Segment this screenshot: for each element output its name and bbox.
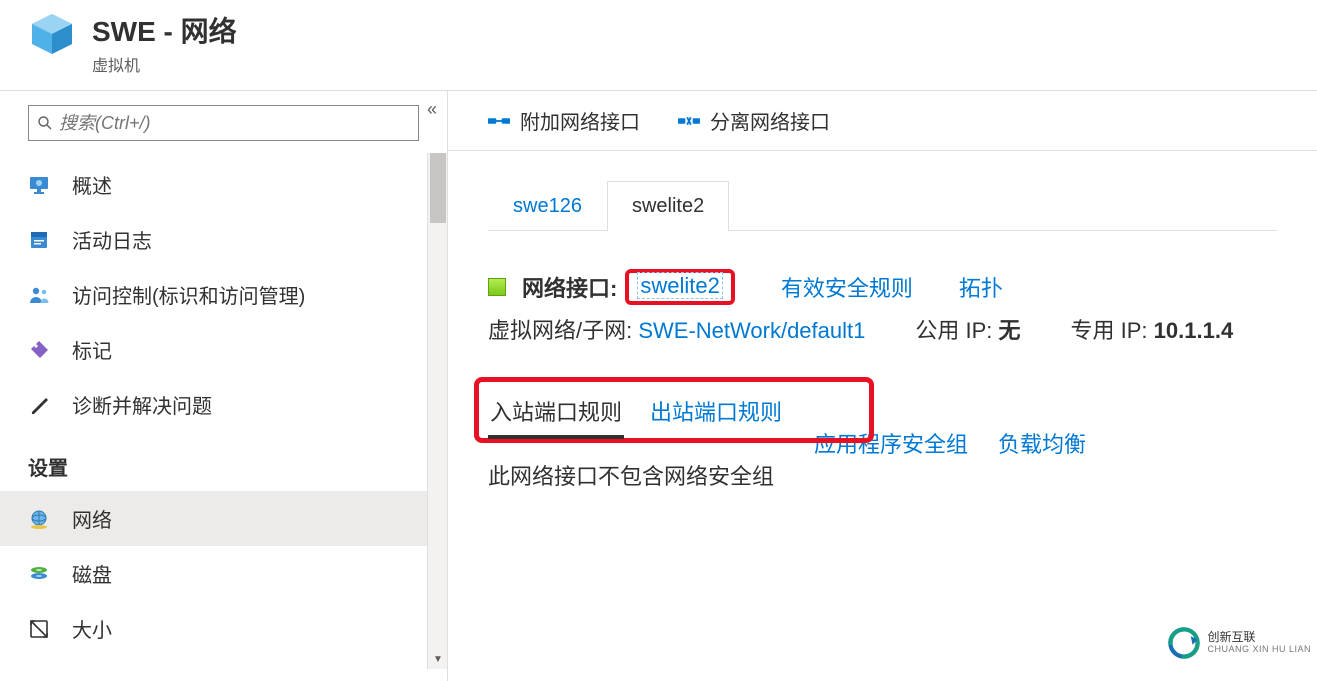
disks-icon xyxy=(28,563,50,585)
size-icon xyxy=(28,618,50,640)
sidebar-item-diagnose[interactable]: 诊断并解决问题 xyxy=(0,377,447,432)
nic-details-row: 虚拟网络/子网: SWE-NetWork/default1 公用 IP: 无 专… xyxy=(488,313,1277,345)
people-icon xyxy=(28,284,50,306)
vm-icon xyxy=(28,10,76,58)
nic-tabs: swe126 swelite2 xyxy=(488,181,1277,231)
public-ip-label: 公用 IP: xyxy=(915,318,992,343)
sidebar-item-activity-log[interactable]: 活动日志 xyxy=(0,212,447,267)
toolbar: 附加网络接口 分离网络接口 xyxy=(448,91,1317,151)
page-header: SWE - 网络 虚拟机 xyxy=(0,0,1317,91)
wrench-icon xyxy=(28,394,50,416)
nic-info-row: 网络接口: swelite2 有效安全规则 拓扑 xyxy=(488,271,1277,303)
sidebar-scrollbar[interactable]: ▲ ▼ xyxy=(427,153,447,669)
content-area: swe126 swelite2 网络接口: swelite2 有效安全规则 拓扑… xyxy=(448,151,1317,681)
scroll-down-icon[interactable]: ▼ xyxy=(428,649,448,669)
sidebar-item-networking[interactable]: 网络 xyxy=(0,491,447,546)
scrollbar-thumb[interactable] xyxy=(430,153,446,223)
sidebar-item-overview[interactable]: 概述 xyxy=(0,157,447,212)
tab-inbound-rules[interactable]: 入站端口规则 xyxy=(488,385,624,439)
detach-icon xyxy=(678,112,700,130)
nic-label: 网络接口: xyxy=(522,271,617,303)
search-icon xyxy=(37,115,53,131)
vnet-label: 虚拟网络/子网: xyxy=(488,318,632,343)
highlight-box-nic-link: swelite2 xyxy=(625,269,734,305)
private-ip-label: 专用 IP: xyxy=(1071,318,1148,343)
tag-icon xyxy=(28,339,50,361)
collapse-sidebar-icon[interactable]: « xyxy=(427,99,437,120)
tab-load-balancing[interactable]: 负载均衡 xyxy=(998,427,1086,459)
log-icon xyxy=(28,229,50,251)
tab-outbound-rules[interactable]: 出站端口规则 xyxy=(648,385,784,439)
sidebar-item-size[interactable]: 大小 xyxy=(0,601,447,656)
effective-rules-link[interactable]: 有效安全规则 xyxy=(781,271,913,303)
sidebar-item-tags[interactable]: 标记 xyxy=(0,322,447,377)
sidebar-item-label: 诊断并解决问题 xyxy=(72,390,212,419)
sidebar-item-label: 大小 xyxy=(72,614,112,643)
sidebar-item-disks[interactable]: 磁盘 xyxy=(0,546,447,601)
vnet-link[interactable]: SWE-NetWork/default1 xyxy=(638,318,865,343)
toolbar-label: 分离网络接口 xyxy=(710,106,830,135)
nic-tab-swelite2[interactable]: swelite2 xyxy=(607,181,729,231)
sidebar-item-label: 访问控制(标识和访问管理) xyxy=(72,280,305,309)
search-input[interactable] xyxy=(59,113,410,134)
empty-state-message: 此网络接口不包含网络安全组 xyxy=(488,459,1277,491)
nic-tab-swe126[interactable]: swe126 xyxy=(488,181,607,231)
globe-icon xyxy=(28,508,50,530)
attach-icon xyxy=(488,112,510,130)
public-ip-value: 无 xyxy=(999,318,1021,343)
attach-nic-button[interactable]: 附加网络接口 xyxy=(488,106,640,135)
watermark-text-cn: 创新互联 xyxy=(1207,631,1311,644)
sidebar-heading-settings: 设置 xyxy=(0,432,447,491)
nic-name-link[interactable]: swelite2 xyxy=(637,272,722,299)
watermark-logo-icon xyxy=(1167,626,1201,660)
sidebar-item-label: 网络 xyxy=(72,504,112,533)
sidebar: « 概述 活动日志 xyxy=(0,91,448,681)
monitor-icon xyxy=(28,174,50,196)
detach-nic-button[interactable]: 分离网络接口 xyxy=(678,106,830,135)
topology-link[interactable]: 拓扑 xyxy=(959,271,1003,303)
sidebar-item-label: 磁盘 xyxy=(72,559,112,588)
page-subtitle: 虚拟机 xyxy=(92,52,237,76)
tab-asg[interactable]: 应用程序安全组 xyxy=(814,427,968,459)
sidebar-item-label: 概述 xyxy=(72,170,112,199)
rule-tabs-group: 入站端口规则 出站端口规则 xyxy=(488,385,784,439)
main-panel: 附加网络接口 分离网络接口 swe126 swelite2 网络接口: swel… xyxy=(448,91,1317,681)
sidebar-search[interactable] xyxy=(28,105,419,141)
nic-icon xyxy=(488,278,506,296)
sidebar-item-label: 标记 xyxy=(72,335,112,364)
sidebar-menu: 概述 活动日志 访问控制(标识和访问管理) xyxy=(0,153,447,660)
sidebar-item-label: 活动日志 xyxy=(72,225,152,254)
sidebar-item-access-control[interactable]: 访问控制(标识和访问管理) xyxy=(0,267,447,322)
page-title: SWE - 网络 xyxy=(92,10,237,50)
watermark: 创新互联 CHUANG XIN HU LIAN xyxy=(1167,626,1311,660)
private-ip-value: 10.1.1.4 xyxy=(1154,318,1234,343)
watermark-text-en: CHUANG XIN HU LIAN xyxy=(1207,645,1311,655)
toolbar-label: 附加网络接口 xyxy=(520,106,640,135)
